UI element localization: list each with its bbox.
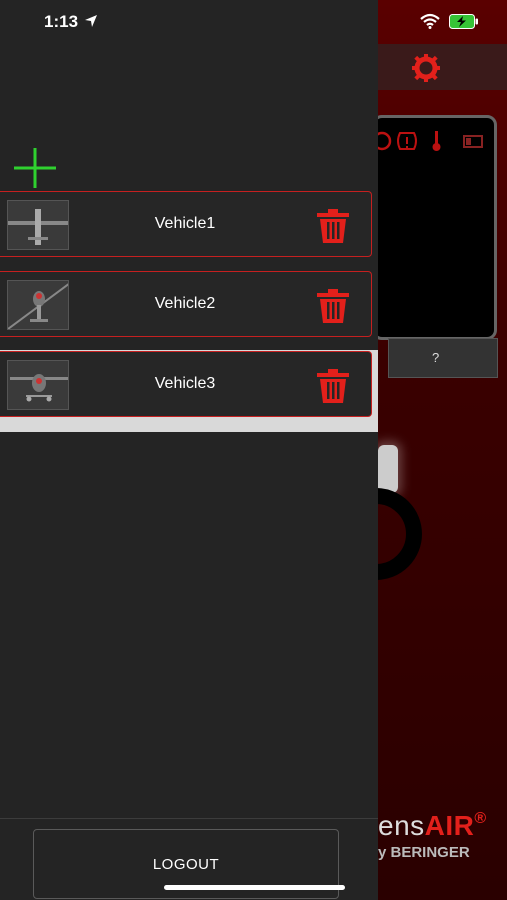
status-bar: 1:13 (0, 0, 507, 44)
tpms-status-icons (372, 131, 483, 151)
trash-icon[interactable] (316, 369, 350, 403)
help-tab[interactable] (388, 338, 498, 378)
vehicle-name: Vehicle2 (154, 295, 216, 312)
background-toolbar (378, 44, 507, 90)
battery-charging-icon (449, 14, 478, 29)
vehicle-name: Vehicle1 (154, 215, 216, 232)
logout-divider (0, 818, 378, 819)
vehicle-drawer: Vehicle1 Vehicle2 Vehicle3 LOGOUT (0, 0, 378, 900)
trash-icon[interactable] (316, 289, 350, 323)
brand-sub: y BERINGER (378, 844, 470, 861)
vehicle-row[interactable]: Vehicle3 (0, 351, 372, 417)
vehicle-row[interactable]: Vehicle1 (0, 191, 372, 257)
gauge-knob (378, 445, 398, 493)
status-time: 1:13 (44, 12, 79, 31)
add-vehicle-button[interactable] (14, 148, 56, 188)
airplane-thumbnail (7, 200, 69, 250)
help-label[interactable]: ? (432, 350, 439, 365)
brand-accent: AIR (424, 810, 475, 841)
airplane-front-thumbnail (7, 360, 69, 410)
location-arrow-icon (85, 15, 97, 27)
wifi-icon (420, 13, 440, 29)
vehicle-name: Vehicle3 (154, 375, 216, 392)
brand-registered: ® (474, 810, 487, 827)
gear-icon[interactable] (410, 52, 442, 84)
brand-prefix: ens (378, 810, 425, 841)
brand-logo: ensAIR® y BERINGER (378, 808, 507, 868)
helicopter-thumbnail (7, 280, 69, 330)
home-indicator[interactable] (164, 885, 345, 890)
trash-icon[interactable] (316, 209, 350, 243)
vehicle-row[interactable]: Vehicle2 (0, 271, 372, 337)
